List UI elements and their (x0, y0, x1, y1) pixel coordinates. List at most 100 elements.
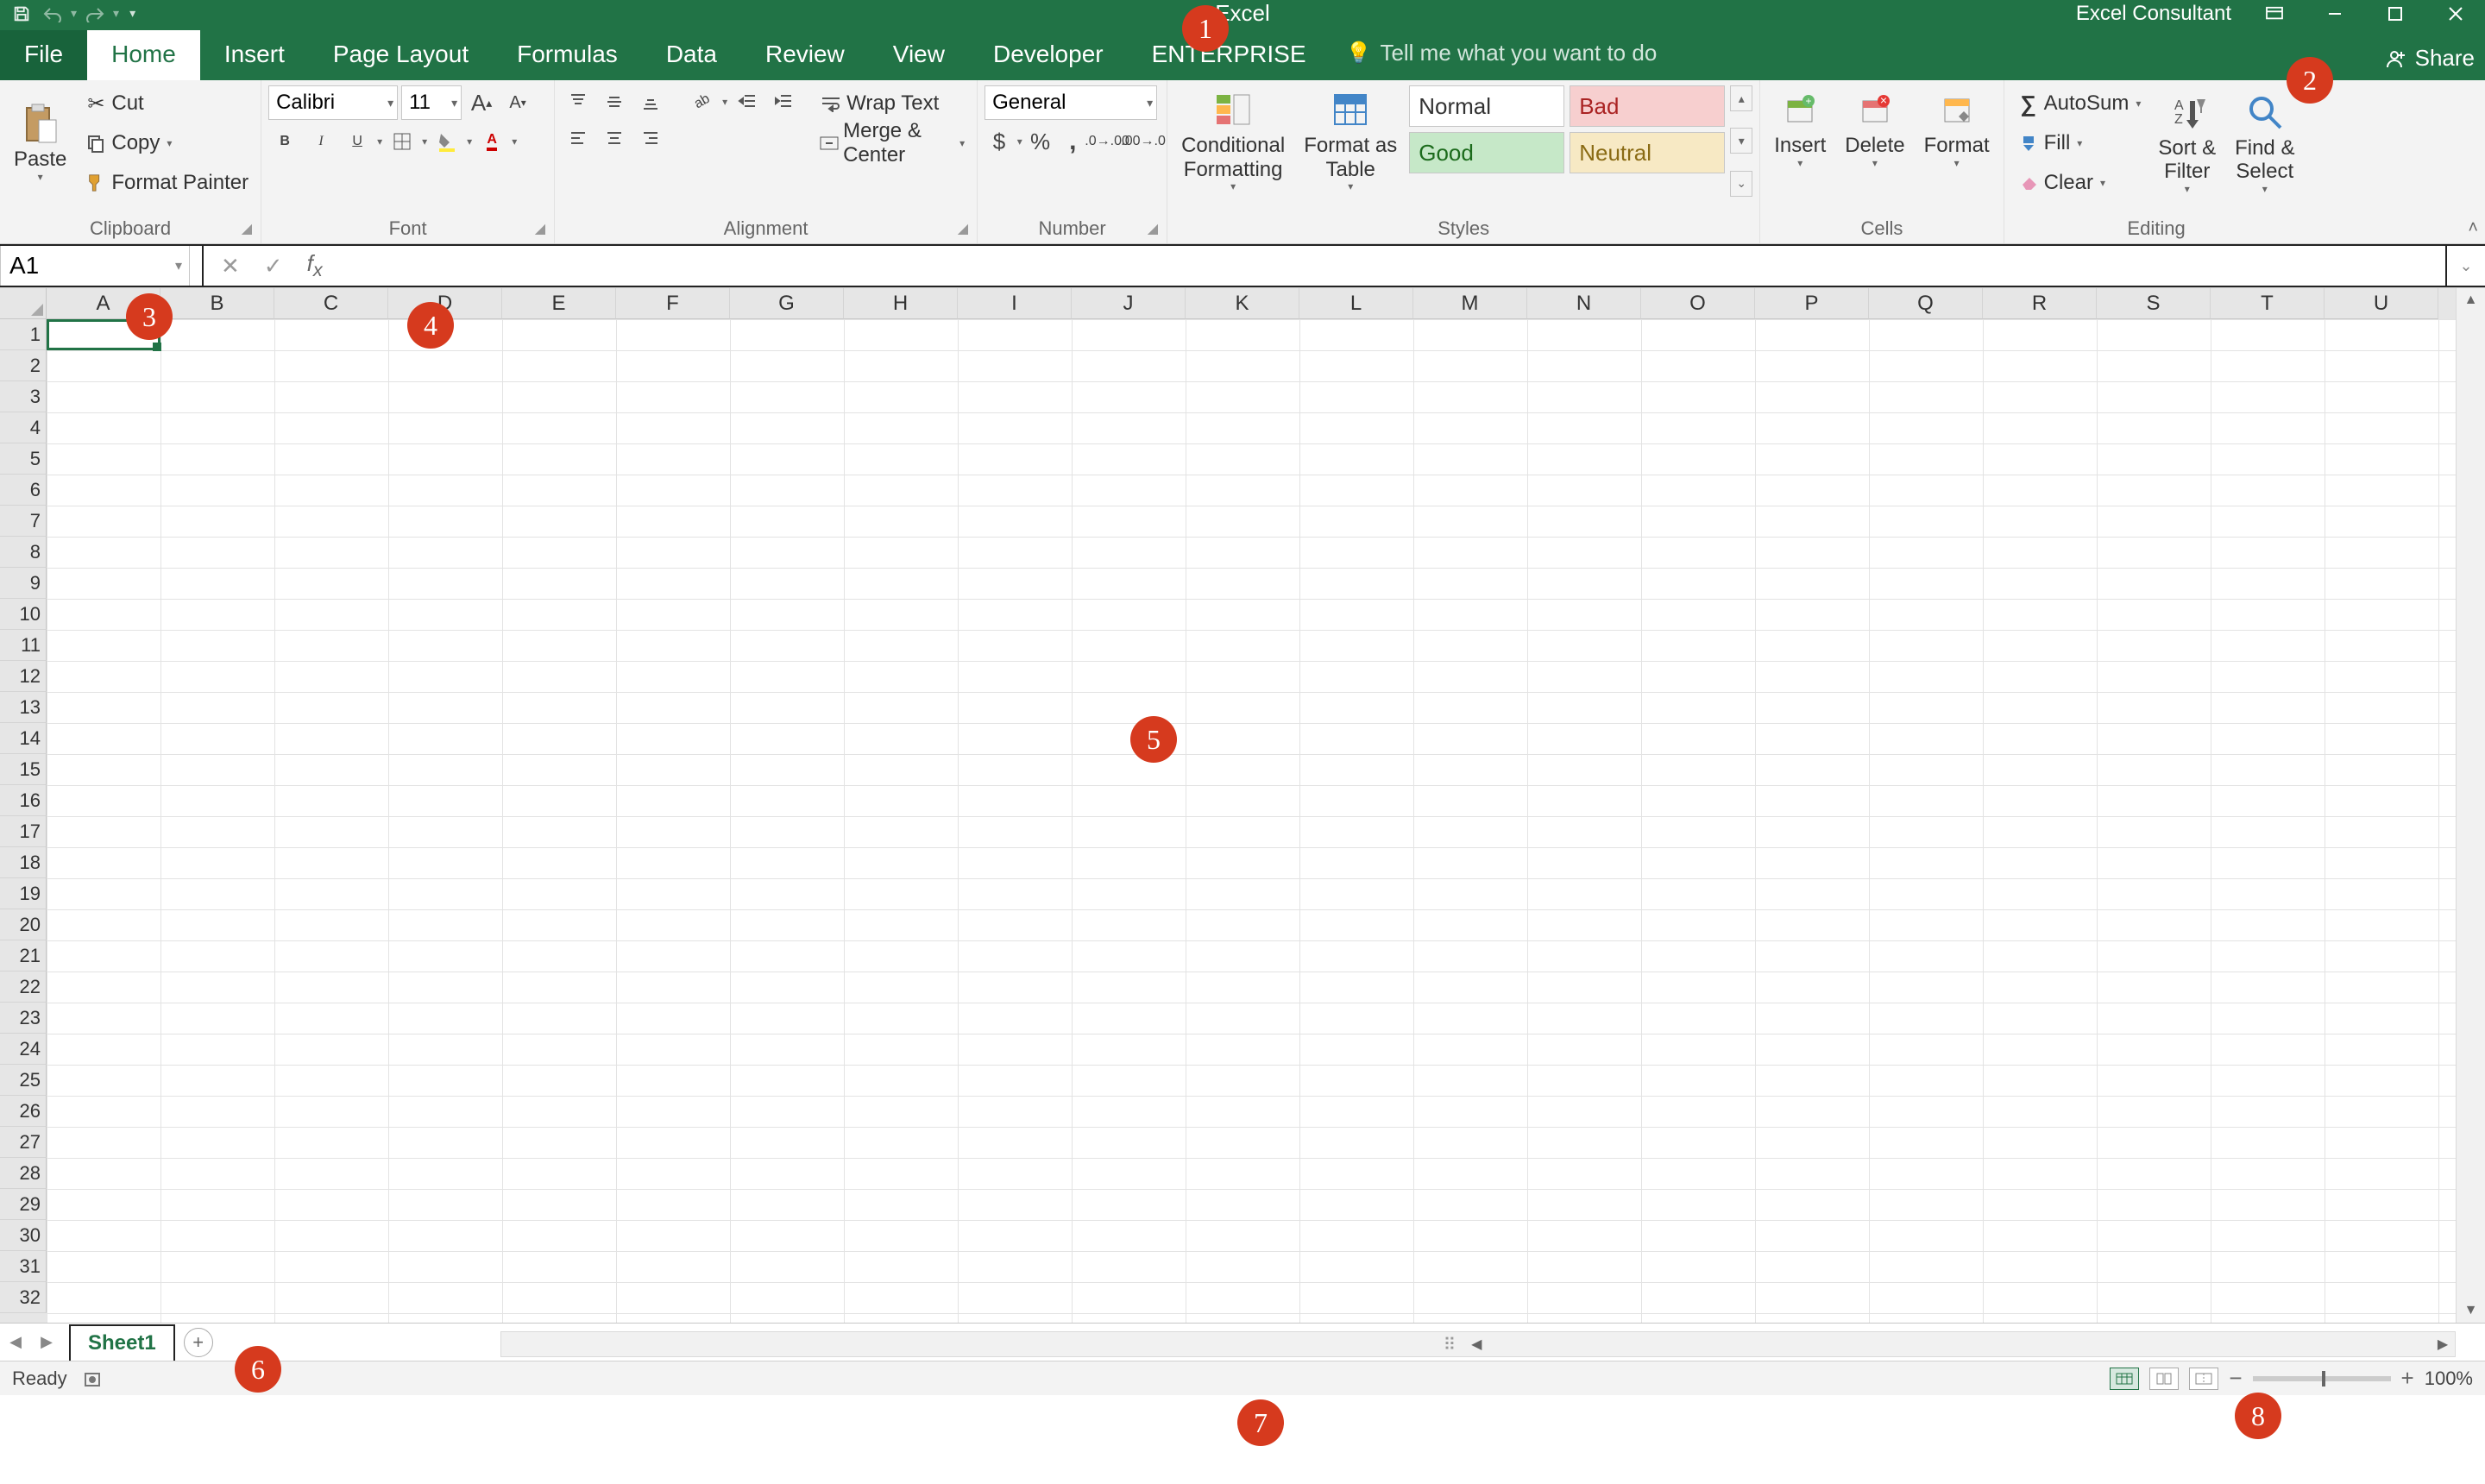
undo-icon[interactable] (40, 1, 66, 27)
row-header[interactable]: 5 (0, 443, 47, 475)
row-header[interactable]: 17 (0, 816, 47, 847)
tab-view[interactable]: View (869, 30, 969, 80)
dialog-launcher-icon[interactable]: ◢ (958, 220, 968, 237)
dialog-launcher-icon[interactable]: ◢ (1148, 220, 1158, 237)
decrease-decimal-icon[interactable]: .00→.0 (1127, 125, 1160, 158)
row-header[interactable]: 3 (0, 381, 47, 412)
accounting-format-icon[interactable]: $ (985, 125, 1014, 158)
align-center-icon[interactable] (598, 122, 631, 154)
cell-styles-gallery[interactable]: Normal Bad Good Neutral (1409, 85, 1725, 197)
insert-function-icon[interactable]: fx (307, 250, 323, 281)
enter-formula-icon[interactable]: ✓ (264, 253, 283, 280)
horizontal-scrollbar[interactable]: ⠿ ◀ ▶ (500, 1331, 2456, 1357)
column-header[interactable]: C (274, 288, 388, 319)
row-header[interactable]: 32 (0, 1282, 47, 1313)
account-name[interactable]: Excel Consultant (2076, 2, 2231, 26)
select-all-corner[interactable] (0, 288, 47, 319)
column-headers[interactable]: ABCDEFGHIJKLMNOPQRSTU (47, 288, 2456, 319)
qat-customize-icon[interactable]: ▾ (129, 6, 135, 21)
format-cells-button[interactable]: Format▾ (1917, 85, 1997, 173)
name-box[interactable]: A1 (0, 246, 190, 286)
row-header[interactable]: 20 (0, 909, 47, 940)
row-header[interactable]: 23 (0, 1003, 47, 1034)
expand-formula-bar-icon[interactable]: ⌄ (2447, 246, 2485, 286)
font-name-dropdown[interactable]: Calibri (268, 85, 398, 120)
column-header[interactable]: H (844, 288, 958, 319)
increase-font-icon[interactable]: A▴ (465, 86, 498, 119)
style-bad[interactable]: Bad (1570, 85, 1725, 127)
redo-dropdown-icon[interactable]: ▾ (113, 6, 119, 21)
style-good[interactable]: Good (1409, 132, 1564, 173)
row-header[interactable]: 2 (0, 350, 47, 381)
column-header[interactable]: N (1527, 288, 1641, 319)
minimize-icon[interactable] (2309, 1, 2361, 27)
delete-cells-button[interactable]: ×Delete▾ (1838, 85, 1911, 173)
align-left-icon[interactable] (562, 122, 595, 154)
column-header[interactable]: K (1186, 288, 1299, 319)
row-header[interactable]: 31 (0, 1251, 47, 1282)
tab-formulas[interactable]: Formulas (493, 30, 642, 80)
column-header[interactable]: S (2097, 288, 2211, 319)
row-header[interactable]: 4 (0, 412, 47, 443)
row-header[interactable]: 29 (0, 1189, 47, 1220)
orientation-icon[interactable]: ab (686, 85, 719, 118)
borders-button[interactable] (386, 125, 418, 158)
italic-button[interactable]: I (305, 125, 337, 158)
column-header[interactable]: P (1755, 288, 1869, 319)
dialog-launcher-icon[interactable]: ◢ (535, 220, 545, 237)
decrease-indent-icon[interactable] (731, 85, 764, 118)
sheet-nav-prev-icon[interactable]: ◀ (0, 1327, 31, 1358)
cells-area[interactable] (47, 319, 2456, 1323)
column-header[interactable]: R (1983, 288, 2097, 319)
number-format-dropdown[interactable]: General (985, 85, 1157, 120)
formula-input[interactable] (340, 246, 2447, 286)
share-button[interactable]: Share (2415, 45, 2475, 72)
insert-cells-button[interactable]: +Insert▾ (1767, 85, 1833, 173)
sort-filter-button[interactable]: AZSort & Filter▾ (2151, 85, 2223, 201)
autosum-button[interactable]: ∑AutoSum▾ (2011, 85, 2147, 122)
sheet-nav-next-icon[interactable]: ▶ (31, 1327, 62, 1358)
paste-button[interactable]: Paste ▾ (7, 85, 73, 201)
style-neutral[interactable]: Neutral (1570, 132, 1725, 173)
scroll-up-icon[interactable]: ▲ (2457, 288, 2485, 312)
align-bottom-icon[interactable] (634, 85, 667, 118)
column-header[interactable]: F (616, 288, 730, 319)
close-icon[interactable] (2430, 1, 2482, 27)
row-header[interactable]: 12 (0, 661, 47, 692)
styles-scroll[interactable]: ▴▾⌄ (1730, 85, 1752, 197)
row-header[interactable]: 18 (0, 847, 47, 878)
column-header[interactable]: B (160, 288, 274, 319)
tab-insert[interactable]: Insert (200, 30, 309, 80)
tab-enterprise[interactable]: ENTERPRISE (1128, 30, 1331, 80)
percent-format-icon[interactable]: % (1026, 125, 1055, 158)
ribbon-display-options-icon[interactable] (2249, 1, 2300, 27)
increase-indent-icon[interactable] (767, 85, 800, 118)
comma-format-icon[interactable]: , (1058, 125, 1087, 158)
vertical-scrollbar[interactable]: ▲ ▼ (2456, 288, 2485, 1323)
maximize-icon[interactable] (2369, 1, 2421, 27)
new-sheet-button[interactable]: + (184, 1328, 213, 1357)
tell-me-search[interactable]: 💡 Tell me what you want to do (1331, 40, 1666, 80)
macro-record-icon[interactable] (83, 1369, 102, 1388)
row-header[interactable]: 8 (0, 537, 47, 568)
format-as-table-button[interactable]: Format as Table▾ (1297, 85, 1404, 197)
underline-button[interactable]: U (341, 125, 374, 158)
copy-button[interactable]: Copy▾ (79, 125, 254, 161)
column-header[interactable]: J (1072, 288, 1186, 319)
zoom-in-icon[interactable]: + (2401, 1365, 2414, 1392)
increase-decimal-icon[interactable]: .0→.00 (1091, 125, 1123, 158)
undo-dropdown-icon[interactable]: ▾ (71, 6, 77, 21)
fill-color-button[interactable] (431, 125, 463, 158)
scroll-left-icon[interactable]: ◀ (1464, 1336, 1488, 1353)
redo-icon[interactable] (82, 1, 108, 27)
row-header[interactable]: 25 (0, 1065, 47, 1096)
page-break-view-icon[interactable] (2189, 1368, 2218, 1390)
zoom-slider[interactable] (2253, 1376, 2391, 1381)
row-header[interactable]: 11 (0, 630, 47, 661)
column-header[interactable]: Q (1869, 288, 1983, 319)
zoom-out-icon[interactable]: − (2229, 1365, 2242, 1392)
wrap-text-button[interactable]: Wrap Text (814, 85, 970, 122)
row-header[interactable]: 24 (0, 1034, 47, 1065)
decrease-font-icon[interactable]: A▾ (501, 86, 534, 119)
column-header[interactable]: M (1413, 288, 1527, 319)
